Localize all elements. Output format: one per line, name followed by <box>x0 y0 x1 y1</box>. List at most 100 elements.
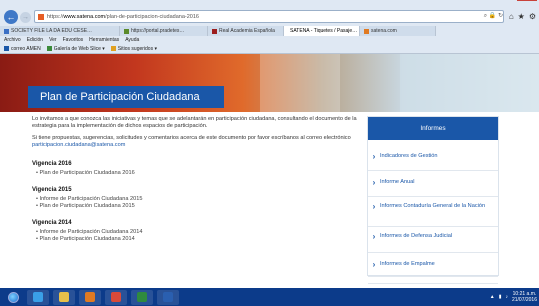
informes-sidebar: Informes › Indicadores de Gestión › Informe… <box>367 116 499 284</box>
sidebar-item[interactable]: › Indicadores de Gestión <box>368 151 498 171</box>
favorite-icon <box>110 46 116 52</box>
start-button[interactable] <box>3 289 23 305</box>
address-url: https://www.satena.com/plan-de-participa… <box>47 13 199 20</box>
explorer-icon <box>59 292 69 302</box>
browser-tab[interactable]: satena.com <box>360 26 436 36</box>
media-icon <box>85 292 95 302</box>
sidebar-item-label: Informes de Defensa Judicial <box>380 233 453 239</box>
taskbar-app-chrome[interactable] <box>105 289 127 305</box>
close-window-button[interactable]: ✕ <box>517 0 537 1</box>
menu-item[interactable]: Edición <box>27 36 43 45</box>
forward-button[interactable]: → <box>20 11 31 23</box>
favorite-label: correo AMEN <box>11 46 41 52</box>
windows-taskbar: ▲ ▮ ♪ 10:21 a.m. 21/07/2016 <box>0 288 539 306</box>
taskbar-app-media[interactable] <box>79 289 101 305</box>
favorites-star-icon[interactable]: ★ <box>518 12 525 21</box>
document-link[interactable]: • Informe de Participación Ciudadana 201… <box>32 229 362 236</box>
vigencia-section: Vigencia 2015 • Informe de Participación … <box>32 187 362 210</box>
sidebar-item[interactable]: › Informes de Empalme <box>368 259 498 277</box>
main-content: Lo invitamos a que conozca las iniciativ… <box>32 116 362 243</box>
section-heading: Vigencia 2016 <box>32 161 72 167</box>
contact-email-link[interactable]: participacion.ciudadana@satena.com <box>32 142 125 148</box>
browser-tab[interactable]: SATENA - Tiquetes / Pasaje… <box>284 26 360 36</box>
windows-orb-icon <box>7 291 19 303</box>
document-label: Plan de Participación Ciudadana 2015 <box>39 203 135 209</box>
menu-bar: Archivo Edición Ver Favoritos Herramientas Ay… <box>0 36 539 45</box>
address-row: ← → https://www.satena.com/plan-de-parti… <box>0 9 539 25</box>
volume-icon[interactable]: ♪ <box>505 294 508 300</box>
taskbar-app-explorer[interactable] <box>53 289 75 305</box>
section-heading: Vigencia 2015 <box>32 187 72 193</box>
ie-icon <box>33 292 43 302</box>
gear-icon[interactable]: ⚙ <box>529 12 536 21</box>
favorite-label: Sitios sugeridos ▾ <box>117 46 157 52</box>
sidebar-item[interactable]: › Informe Anual <box>368 177 498 197</box>
refresh-icon[interactable]: ↻ <box>498 13 503 19</box>
tab-label: SATENA - Tiquetes / Pasaje… <box>290 28 358 34</box>
home-icon[interactable]: ⌂ <box>509 12 514 21</box>
chevron-right-icon: › <box>372 260 376 269</box>
menu-item[interactable]: Herramientas <box>89 36 119 45</box>
window-controls: – □ ✕ <box>491 0 537 1</box>
contact-text: Si tiene propuestas, sugerencias, solici… <box>32 135 351 141</box>
browser-tab[interactable]: Real Academia Española <box>208 26 284 36</box>
chevron-right-icon: › <box>372 232 376 241</box>
site-favicon-icon <box>38 13 44 20</box>
menu-item[interactable]: Favoritos <box>63 36 84 45</box>
vigencia-sections: Vigencia 2016 • Plan de Participación Ciu… <box>32 161 362 243</box>
sidebar-item[interactable]: › Informes de Defensa Judicial <box>368 231 498 253</box>
document-label: Informe de Participación Ciudadana 2015 <box>39 196 143 202</box>
favorite-label: Galería de Web Slice ▾ <box>53 46 105 52</box>
minimize-button[interactable]: – <box>491 0 504 1</box>
document-link[interactable]: • Informe de Participación Ciudadana 201… <box>32 196 362 203</box>
menu-item[interactable]: Ver <box>49 36 57 45</box>
browser-tab[interactable]: SOCIETY FILE LA DA EDU CESE… <box>0 26 120 36</box>
document-label: Plan de Participación Ciudadana 2016 <box>39 170 135 176</box>
document-link[interactable]: • Plan de Participación Ciudadana 2015 <box>32 203 362 210</box>
search-icon[interactable]: ⌕ <box>484 13 487 19</box>
clock[interactable]: 10:21 a.m. 21/07/2016 <box>512 291 537 303</box>
sidebar-title: Informes <box>368 117 498 140</box>
tab-favicon-icon <box>124 28 129 34</box>
taskbar-app-excel[interactable] <box>131 289 153 305</box>
chevron-right-icon: › <box>372 152 376 161</box>
toolbar-icons: ⌂ ★ ⚙ <box>509 12 536 21</box>
sidebar-item-label: Informes de… <box>380 283 415 284</box>
tab-bar: SOCIETY FILE LA DA EDU CESE… https://port… <box>0 26 539 36</box>
tab-label: SOCIETY FILE LA DA EDU CESE… <box>11 28 93 34</box>
taskbar-app-word[interactable] <box>157 289 179 305</box>
chevron-right-icon: › <box>372 202 376 211</box>
document-label: Plan de Participación Ciudadana 2014 <box>39 236 135 242</box>
address-bar[interactable]: https://www.satena.com/plan-de-participa… <box>34 10 504 23</box>
chevron-right-icon: › <box>372 178 376 187</box>
tray-arrow-icon[interactable]: ▲ <box>490 294 495 300</box>
chrome-icon <box>111 292 121 302</box>
favorites-item[interactable]: Sitios sugeridos ▾ <box>110 45 157 54</box>
lock-icon[interactable]: 🔒 <box>489 13 496 19</box>
menu-item[interactable]: Ayuda <box>125 36 139 45</box>
document-label: Informe de Participación Ciudadana 2014 <box>39 229 143 235</box>
sidebar-item[interactable]: ›Informes de… <box>368 283 498 284</box>
document-link[interactable]: • Plan de Participación Ciudadana 2014 <box>32 236 362 243</box>
taskbar-app-ie[interactable] <box>27 289 49 305</box>
tab-label: Real Academia Española <box>219 28 275 34</box>
favorites-item[interactable]: correo AMEN <box>4 45 41 54</box>
clock-date: 21/07/2016 <box>511 297 537 303</box>
browser-chrome: – □ ✕ ← → https://www.satena.com/plan-de… <box>0 0 539 54</box>
address-tools: ⌕ 🔒 ↻ <box>484 12 503 20</box>
sidebar-item[interactable]: › Informes Contaduría General de la Nació… <box>368 201 498 227</box>
favorites-bar: correo AMEN Galería de Web Slice ▾ Sitios … <box>0 45 539 54</box>
favorite-icon <box>46 46 52 52</box>
tab-favicon-icon <box>4 28 9 34</box>
favorites-item[interactable]: Galería de Web Slice ▾ <box>46 45 105 54</box>
menu-item[interactable]: Archivo <box>4 36 21 45</box>
browser-tab[interactable]: https://portal.pradetes… <box>120 26 208 36</box>
maximize-button[interactable]: □ <box>504 0 517 1</box>
tab-favicon-icon <box>364 28 369 34</box>
word-icon <box>163 292 173 302</box>
back-button[interactable]: ← <box>4 10 18 24</box>
document-link[interactable]: • Plan de Participación Ciudadana 2016 <box>32 170 362 177</box>
sidebar-item-label: Informe Anual <box>380 179 415 185</box>
favorite-icon <box>4 46 9 52</box>
network-icon[interactable]: ▮ <box>499 294 502 300</box>
